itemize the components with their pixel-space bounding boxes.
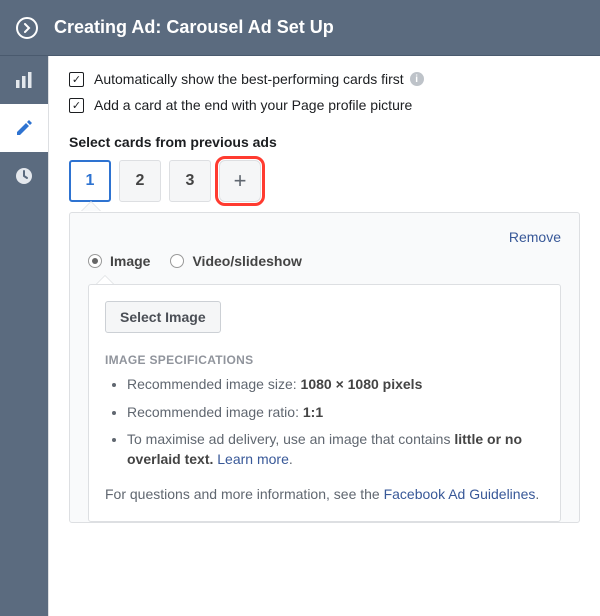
card-tab-3[interactable]: 3: [169, 160, 211, 202]
spec-item-text: To maximise ad delivery, use an image th…: [127, 430, 544, 469]
cards-section-label: Select cards from previous ads: [69, 134, 580, 150]
sidebar-item-analytics[interactable]: [0, 56, 48, 104]
info-icon[interactable]: i: [410, 72, 424, 86]
radio-icon: [170, 254, 184, 268]
learn-more-link[interactable]: Learn more: [217, 451, 289, 467]
checkbox-icon: ✓: [69, 72, 84, 87]
radio-label: Video/slideshow: [192, 253, 301, 269]
image-subpanel: Select Image IMAGE SPECIFICATIONS Recomm…: [88, 284, 561, 522]
clock-icon: [14, 166, 34, 186]
radio-video[interactable]: Video/slideshow: [170, 253, 301, 269]
radio-connector: [88, 275, 561, 289]
card-config-panel: Remove Image Video/slideshow Select Imag…: [69, 212, 580, 523]
card-tabs: 1 2 3 +: [69, 160, 580, 202]
page-header: Creating Ad: Carousel Ad Set Up: [0, 0, 600, 56]
radio-label: Image: [110, 253, 150, 269]
sidebar: [0, 56, 48, 616]
add-card-button[interactable]: +: [219, 160, 261, 202]
guidelines-link[interactable]: Facebook Ad Guidelines: [384, 486, 536, 502]
spec-title: IMAGE SPECIFICATIONS: [105, 353, 544, 367]
sidebar-item-edit[interactable]: [0, 104, 48, 152]
spec-list: Recommended image size: 1080 × 1080 pixe…: [105, 375, 544, 469]
card-tab-1[interactable]: 1: [69, 160, 111, 202]
option-page-profile-card[interactable]: ✓ Add a card at the end with your Page p…: [69, 92, 580, 118]
option-label: Automatically show the best-performing c…: [94, 71, 404, 87]
option-label: Add a card at the end with your Page pro…: [94, 97, 412, 113]
spec-item-size: Recommended image size: 1080 × 1080 pixe…: [127, 375, 544, 395]
checkbox-icon: ✓: [69, 98, 84, 113]
bar-chart-icon: [14, 70, 34, 90]
tab-connector: [69, 202, 580, 218]
media-type-selector: Image Video/slideshow: [88, 253, 561, 269]
select-image-button[interactable]: Select Image: [105, 301, 221, 333]
page-title: Creating Ad: Carousel Ad Set Up: [54, 17, 334, 38]
card-tab-2[interactable]: 2: [119, 160, 161, 202]
remove-card-link[interactable]: Remove: [88, 229, 561, 245]
main-content: ✓ Automatically show the best-performing…: [48, 56, 600, 616]
sidebar-item-history[interactable]: [0, 152, 48, 200]
pencil-icon: [15, 119, 33, 137]
radio-image[interactable]: Image: [88, 253, 150, 269]
radio-icon: [88, 254, 102, 268]
option-best-performing[interactable]: ✓ Automatically show the best-performing…: [69, 66, 580, 92]
footer-note: For questions and more information, see …: [105, 485, 544, 505]
expand-icon[interactable]: [16, 17, 38, 39]
spec-item-ratio: Recommended image ratio: 1:1: [127, 403, 544, 423]
